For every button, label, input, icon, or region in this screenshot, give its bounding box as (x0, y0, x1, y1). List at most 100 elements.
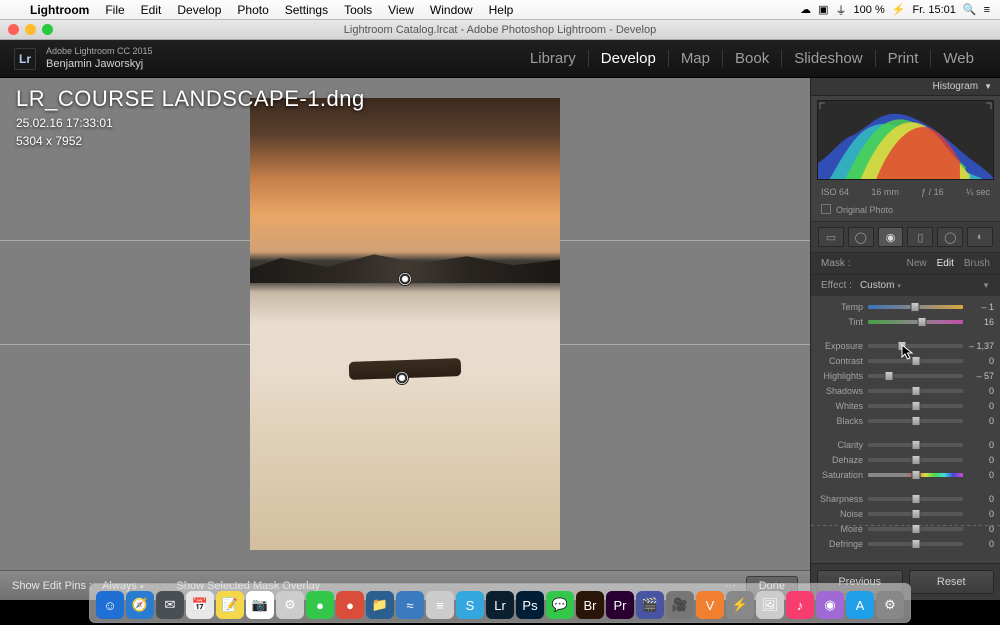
dock-app[interactable]: ≈ (396, 591, 424, 619)
overlay-dimensions: 5304 x 7952 (16, 134, 365, 148)
module-web[interactable]: Web (931, 50, 986, 67)
dock-app[interactable]: ⚙ (276, 591, 304, 619)
menu-help[interactable]: Help (481, 3, 522, 17)
slider-temp[interactable]: Temp– 1 (817, 299, 994, 314)
battery-pct: 100 % (854, 4, 885, 16)
slider-noise[interactable]: Noise0 (817, 506, 994, 521)
menu-view[interactable]: View (380, 3, 422, 17)
dock-app[interactable]: 📷 (246, 591, 274, 619)
radial-filter-tool[interactable]: ◯ (937, 227, 963, 247)
crop-tool[interactable]: ▭ (818, 227, 844, 247)
dock-app[interactable]: 📝 (216, 591, 244, 619)
slider-sharpness[interactable]: Sharpness0 (817, 491, 994, 506)
module-print[interactable]: Print (876, 50, 932, 67)
menubar-status: ☁ ▣ ⏚ 100 % ⚡ Fr. 15:01 🔍 ≡ (800, 2, 1000, 18)
dock-app[interactable]: ⚙ (876, 591, 904, 619)
menu-develop[interactable]: Develop (169, 3, 229, 17)
reset-button[interactable]: Reset (909, 570, 995, 594)
macos-dock: ☺🧭✉📅📝📷⚙●●📁≈≡SLrPs💬BrPr🎬🎥V⚡🖼♪◉A⚙ (89, 583, 911, 623)
window-titlebar: Lightroom Catalog.lrcat - Adobe Photosho… (0, 20, 1000, 40)
dock-app[interactable]: ● (336, 591, 364, 619)
module-library[interactable]: Library (518, 50, 589, 67)
menu-window[interactable]: Window (422, 3, 481, 17)
dock-app[interactable]: 🧭 (126, 591, 154, 619)
menu-file[interactable]: File (97, 3, 132, 17)
slider-moire[interactable]: Moire0 (817, 521, 994, 536)
original-photo-toggle[interactable]: Original Photo (811, 200, 1000, 222)
mask-new[interactable]: New (907, 258, 927, 269)
dock-app[interactable]: Lr (486, 591, 514, 619)
spot-tool[interactable]: ◯ (848, 227, 874, 247)
slider-clarity[interactable]: Clarity0 (817, 437, 994, 452)
dock-app[interactable]: 💬 (546, 591, 574, 619)
menu-edit[interactable]: Edit (133, 3, 170, 17)
dock-app[interactable]: Ps (516, 591, 544, 619)
dock-app[interactable]: ≡ (426, 591, 454, 619)
module-develop[interactable]: Develop (589, 50, 669, 67)
overlay-datetime: 25.02.16 17:33:01 (16, 116, 365, 130)
edit-pins-label: Show Edit Pins : (12, 580, 92, 592)
histogram-header[interactable]: Histogram▼ (811, 78, 1000, 96)
menu-settings[interactable]: Settings (277, 3, 336, 17)
dock-app[interactable]: 🎥 (666, 591, 694, 619)
canvas-area: LR_COURSE LANDSCAPE-1.dng 25.02.16 17:33… (0, 78, 810, 600)
dock-app[interactable]: ♪ (786, 591, 814, 619)
spotlight-icon[interactable]: 🔍 (963, 3, 977, 16)
dock-app[interactable]: A (846, 591, 874, 619)
photo-metadata: ISO 6416 mmƒ / 16¼ sec (811, 184, 1000, 200)
module-book[interactable]: Book (723, 50, 782, 67)
dock-app[interactable]: ⚡ (726, 591, 754, 619)
identity-plate: Lr Adobe Lightroom CC 2015 Benjamin Jawo… (0, 40, 1000, 78)
histogram[interactable] (817, 100, 994, 180)
slider-blacks[interactable]: Blacks0 (817, 413, 994, 428)
slider-contrast[interactable]: Contrast0 (817, 353, 994, 368)
module-map[interactable]: Map (669, 50, 723, 67)
module-slideshow[interactable]: Slideshow (782, 50, 875, 67)
radial-tool[interactable]: ▯ (907, 227, 933, 247)
slider-dehaze[interactable]: Dehaze0 (817, 452, 994, 467)
slider-exposure[interactable]: Exposure– 1,37 (817, 338, 994, 353)
user-name: Benjamin Jaworskyj (46, 57, 153, 71)
gradient-tool[interactable]: ◉ (878, 227, 904, 247)
module-picker: LibraryDevelopMapBookSlideshowPrintWeb (518, 50, 986, 67)
mask-row: Mask : New Edit Brush (811, 253, 1000, 275)
slider-saturation[interactable]: Saturation0 (817, 467, 994, 482)
mask-brush[interactable]: Brush (964, 258, 990, 269)
dock-app[interactable]: 📅 (186, 591, 214, 619)
overlay-filename: LR_COURSE LANDSCAPE-1.dng (16, 86, 365, 112)
dock-app[interactable]: ☺ (96, 591, 124, 619)
app-menu[interactable]: Lightroom (22, 3, 97, 17)
dock-app[interactable]: 🖼 (756, 591, 784, 619)
dock-app[interactable]: Br (576, 591, 604, 619)
window-title: Lightroom Catalog.lrcat - Adobe Photosho… (0, 24, 1000, 36)
slider-defringe[interactable]: Defringe0 (817, 536, 994, 551)
dock-app[interactable]: Pr (606, 591, 634, 619)
effect-row[interactable]: Effect : Custom▾ ▼ (811, 275, 1000, 296)
local-adjustment-tools: ▭ ◯ ◉ ▯ ◯ ◐ (811, 222, 1000, 253)
dock-app[interactable]: ● (306, 591, 334, 619)
display-icon: ▣ (818, 3, 828, 16)
dock-app[interactable]: S (456, 591, 484, 619)
photo-preview[interactable] (250, 98, 560, 550)
gradient-pin[interactable] (398, 272, 412, 286)
notification-icon[interactable]: ≡ (984, 4, 990, 16)
dock-app[interactable]: ✉ (156, 591, 184, 619)
menu-photo[interactable]: Photo (229, 3, 276, 17)
mask-edit[interactable]: Edit (937, 258, 954, 269)
slider-whites[interactable]: Whites0 (817, 398, 994, 413)
product-name: Adobe Lightroom CC 2015 (46, 46, 153, 58)
slider-highlights[interactable]: Highlights– 57 (817, 368, 994, 383)
menu-tools[interactable]: Tools (336, 3, 380, 17)
dock-app[interactable]: 🎬 (636, 591, 664, 619)
dock-app[interactable]: 📁 (366, 591, 394, 619)
slider-tint[interactable]: Tint16 (817, 314, 994, 329)
wifi-icon: ⏚ (836, 2, 847, 18)
dock-app[interactable]: ◉ (816, 591, 844, 619)
macos-menubar: Lightroom FileEditDevelopPhotoSettingsTo… (0, 0, 1000, 20)
slider-shadows[interactable]: Shadows0 (817, 383, 994, 398)
right-panel: Histogram▼ ISO 6416 mmƒ / 16¼ sec Origin… (810, 78, 1000, 600)
lightroom-logo: Lr (14, 48, 36, 70)
dock-app[interactable]: V (696, 591, 724, 619)
gradient-pin-2[interactable] (395, 371, 409, 385)
brush-tool[interactable]: ◐ (967, 227, 993, 247)
